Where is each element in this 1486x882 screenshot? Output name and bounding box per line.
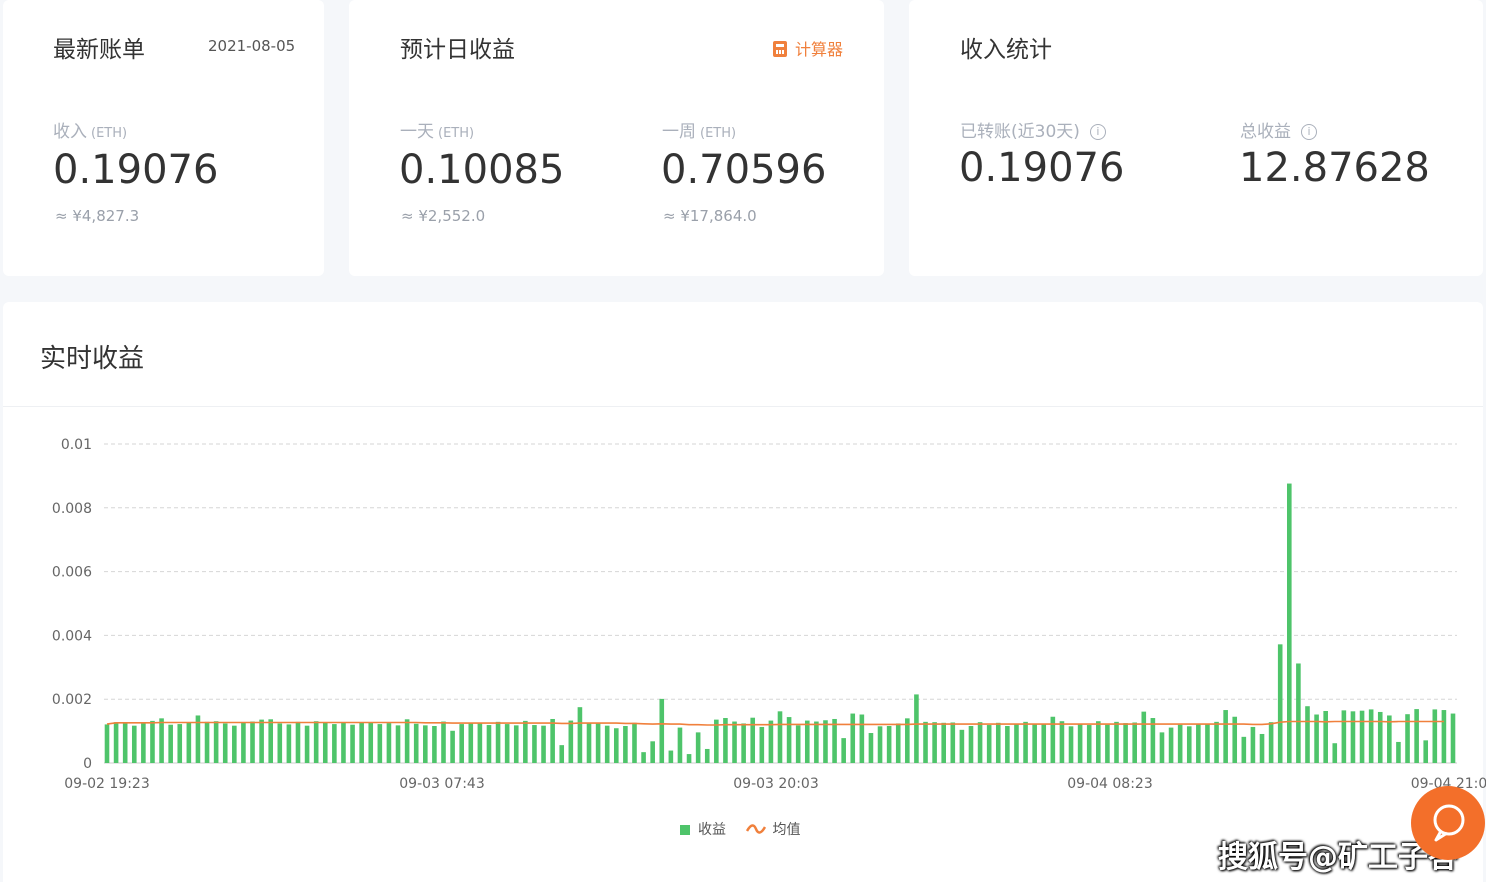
week-cny: ≈ ¥17,864.0 [663, 207, 757, 225]
income-label: 收入 (ETH) [53, 117, 127, 142]
legend-item-average[interactable]: 均值 [746, 822, 800, 838]
calculator-icon [773, 41, 787, 57]
transferred-label-text: 已转账(近30天) [960, 122, 1080, 142]
day-label: 一天 (ETH) [400, 117, 474, 142]
week-unit: (ETH) [700, 126, 737, 141]
legend-line-swatch [746, 824, 767, 834]
week-label-text: 一周 [662, 122, 696, 142]
income-stats-title: 收入统计 [960, 37, 1052, 63]
day-label-text: 一天 [400, 122, 434, 142]
total-label-text: 总收益 [1240, 122, 1291, 142]
transferred-label: 已转账(近30天) i [960, 117, 1106, 142]
income-value: 0.19076 [53, 147, 219, 193]
daily-estimate-card: 预计日收益 计算器 一天 (ETH) 0.10085 ≈ ¥2,552.0 一周 (… [349, 0, 884, 276]
legend-bar-swatch [680, 825, 690, 835]
day-cny: ≈ ¥2,552.0 [401, 207, 486, 225]
week-label: 一周 (ETH) [662, 117, 736, 142]
info-circle-icon[interactable]: i [1301, 124, 1317, 140]
chat-bubble-icon [1433, 804, 1465, 842]
legend-line-label: 均值 [772, 822, 801, 838]
realtime-card: 实时收益 [3, 302, 1483, 882]
realtime-divider [3, 406, 1483, 407]
realtime-title: 实时收益 [40, 344, 145, 374]
daily-estimate-title: 预计日收益 [400, 37, 515, 63]
day-unit: (ETH) [438, 126, 475, 141]
legend-bar-label: 收益 [698, 822, 726, 838]
calculator-button[interactable]: 计算器 [773, 36, 843, 60]
income-stats-card: 收入统计 已转账(近30天) i 0.19076 总收益 i 12.87628 [909, 0, 1483, 276]
income-label-text: 收入 [53, 122, 87, 142]
calculator-label: 计算器 [795, 40, 844, 59]
total-label: 总收益 i [1240, 117, 1317, 142]
transferred-value: 0.19076 [959, 145, 1125, 191]
latest-bill-card: 最新账单 2021-08-05 收入 (ETH) 0.19076 ≈ ¥4,827… [3, 0, 324, 276]
total-value: 12.87628 [1239, 145, 1430, 191]
info-circle-icon[interactable]: i [1089, 124, 1106, 140]
income-cny: ≈ ¥4,827.3 [55, 207, 140, 225]
chart-legend: 收益 均值 [680, 819, 800, 839]
legend-item-income[interactable]: 收益 [680, 822, 730, 838]
week-value: 0.70596 [661, 147, 827, 193]
latest-bill-title: 最新账单 [53, 37, 145, 63]
day-value: 0.10085 [399, 147, 565, 193]
latest-bill-date: 2021-08-05 [208, 37, 296, 55]
income-unit: (ETH) [91, 126, 128, 141]
chat-button[interactable] [1411, 786, 1485, 860]
